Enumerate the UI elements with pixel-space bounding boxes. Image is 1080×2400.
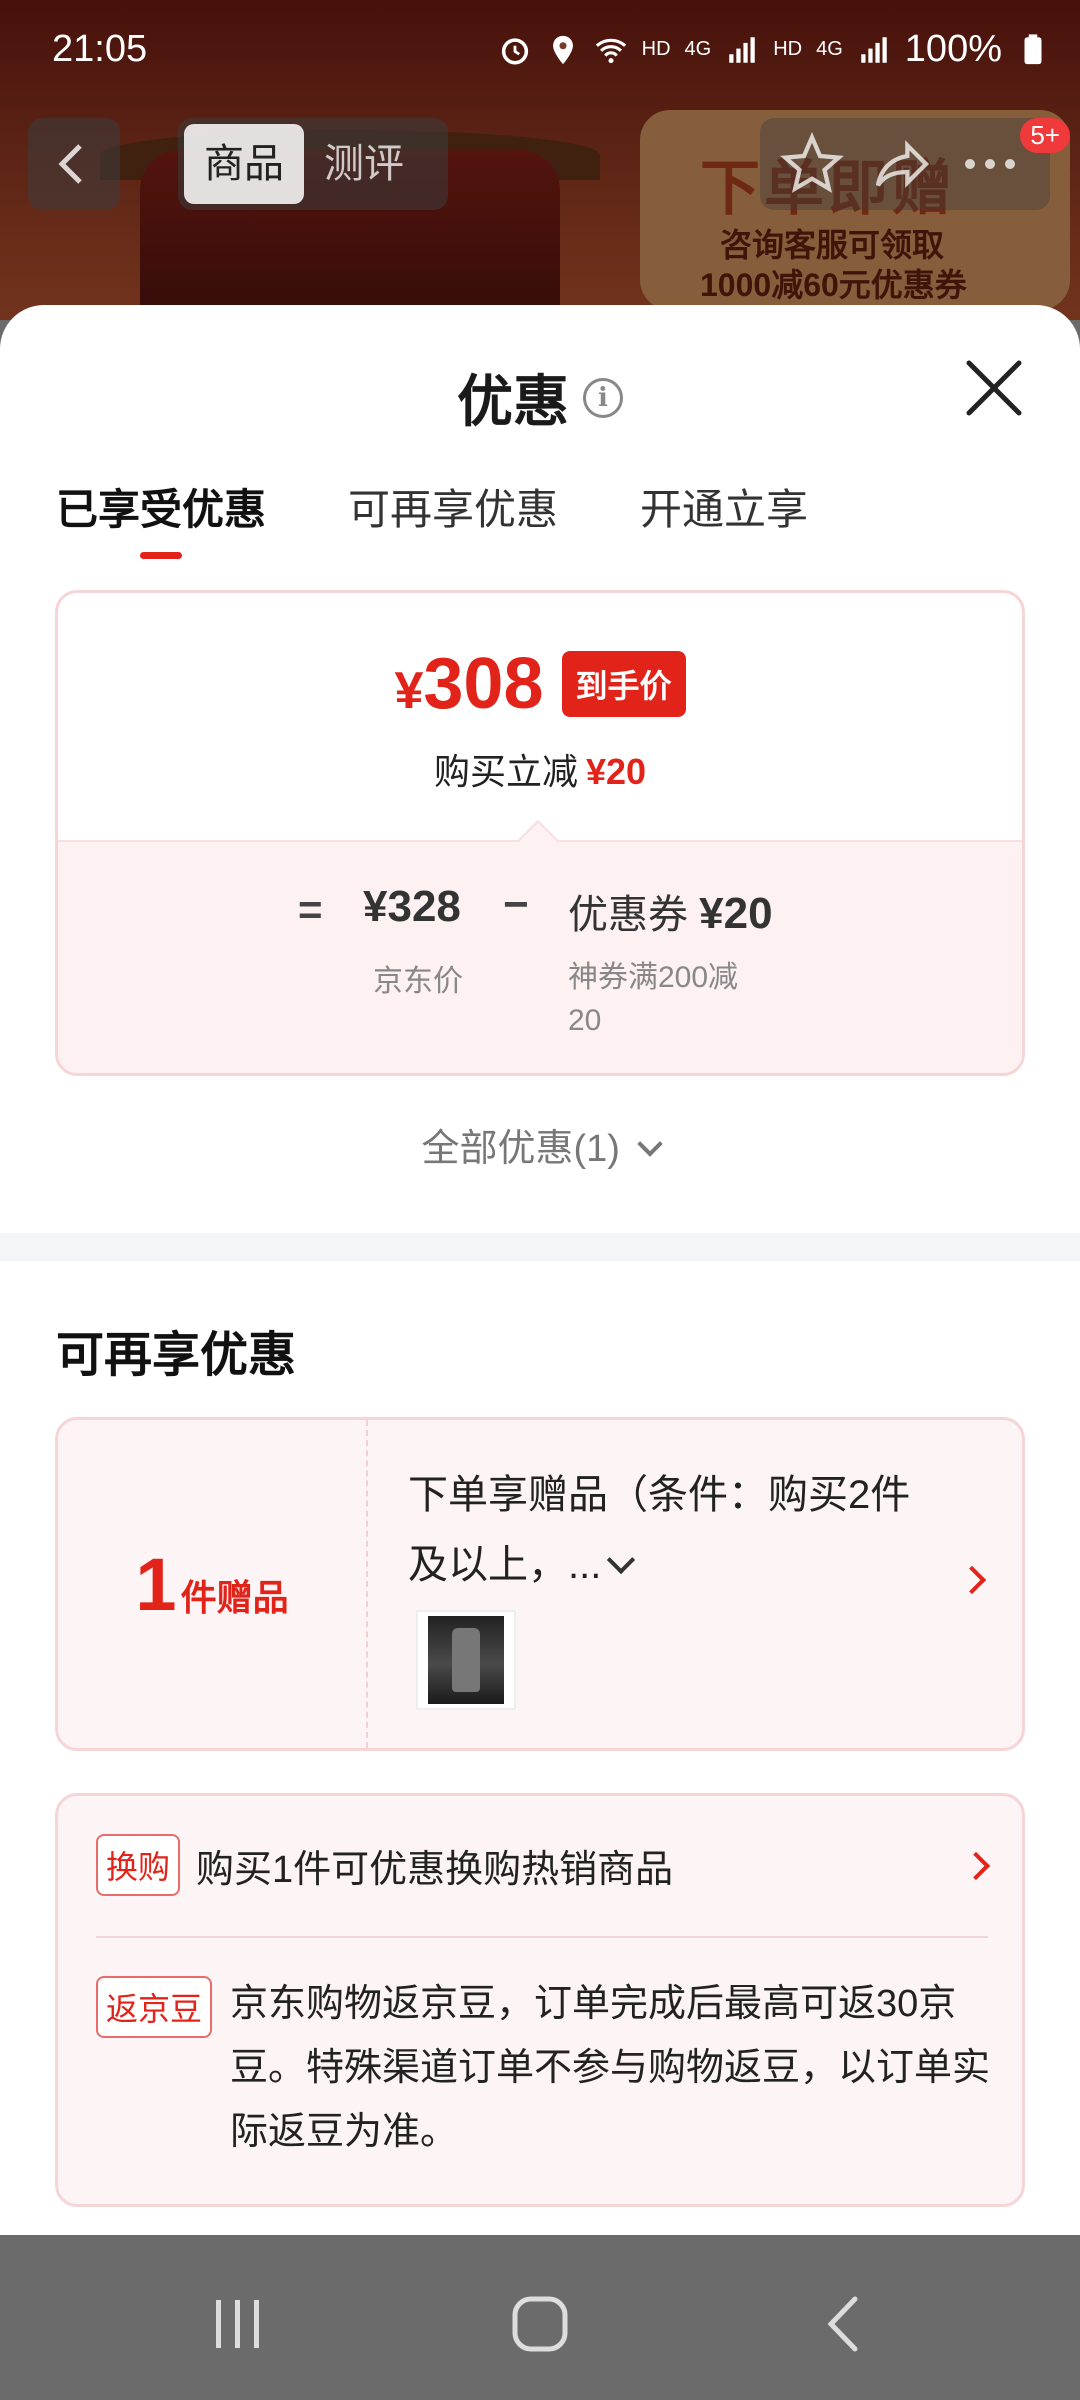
all-offers-label: 全部优惠(1) xyxy=(421,1128,620,1170)
minus-sign: − xyxy=(503,880,529,929)
back-nav-icon[interactable] xyxy=(815,2294,875,2354)
beans-text: 京东购物返京豆，订单完成后最高可返30京豆。特殊渠道订单不参与购物返豆，以订单实… xyxy=(230,1983,991,2153)
tab-enjoyed-offers[interactable]: 已享受优惠 xyxy=(56,475,266,565)
home-icon[interactable] xyxy=(510,2294,570,2354)
sheet-title-text: 优惠 xyxy=(457,370,569,433)
nav-actions xyxy=(760,118,1050,210)
coupon-deduction: 优惠券 ¥20 xyxy=(568,889,773,938)
price-breakdown-card: ¥308 到手价 购买立减 ¥20 = ¥328 − 优惠券 ¥20 京东价 神券… xyxy=(55,590,1025,1076)
section-title-more-offers: 可再享优惠 xyxy=(56,1329,297,1382)
tab-more-offers[interactable]: 可再享优惠 xyxy=(348,475,558,565)
final-price-area: ¥308 到手价 购买立减 ¥20 xyxy=(58,593,1022,840)
gift-unit: 件赠品 xyxy=(180,1577,289,1618)
sheet-header: 优惠 i xyxy=(0,305,1080,475)
recent-apps-icon[interactable] xyxy=(208,2294,268,2354)
signal-icon xyxy=(861,36,887,63)
battery-percent: 100% xyxy=(904,28,1002,70)
message-badge: 5+ xyxy=(1020,118,1070,153)
wifi-icon xyxy=(595,38,626,63)
discount-label: 购买立减 xyxy=(433,751,578,792)
tab-review[interactable]: 测评 xyxy=(304,124,424,204)
tab-product[interactable]: 商品 xyxy=(184,124,304,204)
all-offers-toggle[interactable]: 全部优惠(1) xyxy=(0,1117,1080,1172)
exchange-text: 购买1件可优惠换购热销商品 xyxy=(196,1849,674,1891)
section-divider xyxy=(0,1233,1080,1261)
exchange-offer-row[interactable]: 换购 购买1件可优惠换购热销商品 xyxy=(96,1796,991,1938)
product-top-nav: 商品 测评 5+ xyxy=(0,118,1080,210)
network-label-a: 4G xyxy=(684,38,712,60)
status-time: 21:05 xyxy=(52,28,148,70)
status-icons: HD 4G HD 4G 100% xyxy=(498,28,1050,71)
chevron-right-icon xyxy=(957,1565,987,1595)
offers-sheet: 优惠 i 已享受优惠 可再享优惠 开通立享 ¥308 到手价 购买立减 ¥20 =… xyxy=(0,305,1080,2235)
sheet-title: 优惠 i xyxy=(0,357,1080,438)
discount-amount: ¥20 xyxy=(585,751,647,792)
exchange-tag: 换购 xyxy=(96,1834,181,1896)
system-nav-bar xyxy=(0,2236,1080,2400)
product-tabs: 商品 测评 xyxy=(178,118,448,210)
liquor-bottle-image xyxy=(428,1616,504,1704)
share-icon[interactable] xyxy=(870,132,934,196)
hd-label-a: HD xyxy=(641,38,671,60)
gift-description[interactable]: 下单享赠品（条件：购买2件及以上，... xyxy=(408,1460,948,1600)
equals-sign: = xyxy=(298,886,323,933)
discount-summary: 购买立减 ¥20 xyxy=(58,743,1022,795)
more-icon[interactable] xyxy=(960,146,1020,182)
coupon-description: 神券满200减20 xyxy=(568,961,739,1037)
gift-product-thumbnail[interactable] xyxy=(416,1610,516,1710)
chevron-right-icon xyxy=(961,1851,991,1881)
info-icon[interactable]: i xyxy=(583,377,623,418)
back-button[interactable] xyxy=(28,118,120,210)
offer-tabs: 已享受优惠 可再享优惠 开通立享 xyxy=(56,475,808,565)
final-price-tag: 到手价 xyxy=(561,651,686,717)
chevron-down-icon xyxy=(636,1131,663,1157)
hd-label-b: HD xyxy=(773,38,803,60)
signal-icon xyxy=(729,36,755,63)
network-label-b: 4G xyxy=(816,38,843,60)
location-icon xyxy=(552,35,573,64)
chevron-down-icon xyxy=(607,1545,636,1575)
status-bar: 21:05 HD 4G HD 4G 100% xyxy=(0,0,1080,100)
jd-price-label: 京东价 xyxy=(373,965,463,998)
extra-offers-card: 换购 购买1件可优惠换购热销商品 返京豆 京东购物返京豆，订单完成后最高可返30… xyxy=(55,1793,1025,2207)
battery-icon xyxy=(1024,33,1042,64)
chevron-left-icon xyxy=(58,144,82,184)
close-icon[interactable] xyxy=(963,357,1025,419)
price-calculation: = ¥328 − 优惠券 ¥20 京东价 神券满200减20 xyxy=(58,819,1022,1073)
alarm-icon xyxy=(501,37,528,65)
tab-activate-offers[interactable]: 开通立享 xyxy=(640,475,808,565)
gift-count: 1 xyxy=(135,1542,177,1626)
final-price: ¥308 xyxy=(394,644,544,724)
gift-count-area: 1 件赠品 xyxy=(58,1420,368,1748)
star-icon[interactable] xyxy=(780,132,844,196)
beans-tag: 返京豆 xyxy=(96,1976,213,2038)
jd-price: ¥328 xyxy=(363,882,461,931)
gift-offer-card[interactable]: 1 件赠品 下单享赠品（条件：购买2件及以上，... xyxy=(55,1417,1025,1751)
